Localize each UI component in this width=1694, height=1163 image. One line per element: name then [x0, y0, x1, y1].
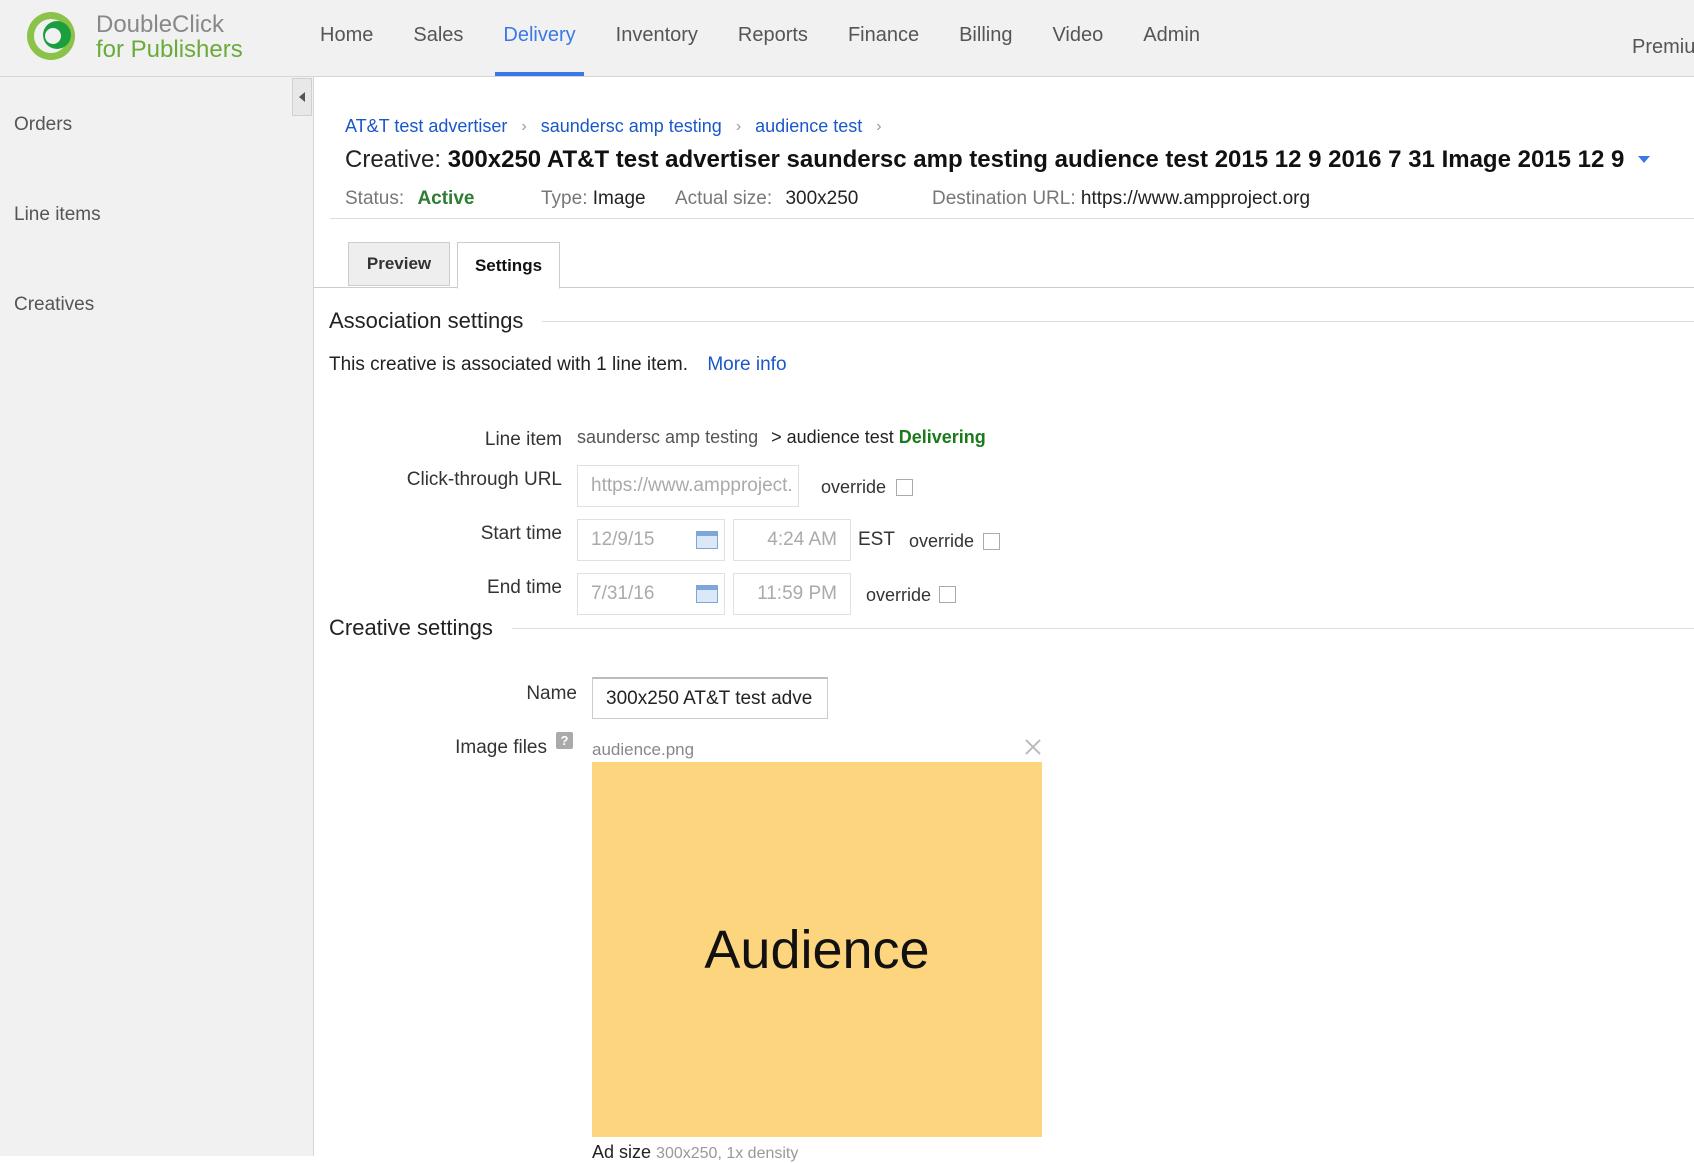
nav-home[interactable]: Home — [300, 0, 393, 76]
nav-billing[interactable]: Billing — [939, 0, 1032, 76]
calendar-icon[interactable] — [696, 585, 718, 603]
calendar-icon[interactable] — [696, 531, 718, 549]
chevron-left-icon — [299, 92, 305, 102]
size-value: 300x250 — [785, 188, 859, 209]
chevron-right-icon: › — [735, 117, 742, 135]
size-field: Actual size: 300x250 — [675, 188, 858, 210]
nav-reports[interactable]: Reports — [718, 0, 828, 76]
dfp-logo[interactable]: DoubleClick for Publishers — [24, 10, 274, 66]
title-label: Creative: — [345, 146, 442, 173]
logo-line1: DoubleClick — [96, 11, 225, 38]
end-time-input[interactable]: 11:59 PM — [733, 573, 851, 615]
name-input[interactable]: 300x250 AT&T test adve — [592, 677, 828, 719]
nav-delivery[interactable]: Delivery — [483, 0, 595, 76]
sidebar-item-orders[interactable]: Orders — [14, 114, 72, 136]
breadcrumb-order[interactable]: saundersc amp testing — [541, 116, 722, 137]
nav-inventory[interactable]: Inventory — [596, 0, 718, 76]
logo-text: DoubleClick for Publishers — [96, 12, 243, 62]
line-item-label: Line item — [484, 429, 562, 450]
status-badge: Active — [417, 188, 475, 209]
chevron-right-icon: › — [521, 117, 527, 135]
click-through-url-input[interactable]: https://www.ampproject. — [577, 465, 799, 507]
page-title: Creative: 300x250 AT&T test advertiser s… — [345, 146, 1624, 174]
creative-image-preview: Audience — [592, 762, 1042, 1137]
breadcrumb: AT&T test advertiser › saundersc amp tes… — [345, 116, 896, 137]
remove-file-icon[interactable] — [1022, 736, 1044, 758]
ad-size-label: Ad size — [592, 1142, 652, 1162]
ad-size-value: 300x250, 1x density — [656, 1145, 799, 1162]
override-label: override — [821, 477, 887, 497]
breadcrumb-advertiser[interactable]: AT&T test advertiser — [345, 116, 507, 137]
section-divider — [512, 628, 1694, 629]
click-through-url-label: Click-through URL — [406, 469, 562, 490]
type-value: Image — [592, 188, 646, 209]
line-item-order[interactable]: saundersc amp testing — [577, 427, 758, 447]
destination-value: https://www.ampproject.org — [1080, 188, 1311, 209]
breadcrumb-line-item[interactable]: audience test — [755, 116, 862, 137]
sidebar-item-creatives[interactable]: Creatives — [14, 294, 94, 316]
association-text: This creative is associated with 1 line … — [329, 354, 787, 376]
nav-sales[interactable]: Sales — [393, 0, 483, 76]
name-label: Name — [526, 683, 577, 704]
chevron-right-icon: › — [876, 117, 882, 135]
top-bar: DoubleClick for Publishers Home Sales De… — [0, 0, 1694, 77]
status-label: Status: — [345, 188, 405, 209]
creative-image-text: Audience — [704, 919, 930, 980]
ad-size-field: Ad size 300x250, 1x density — [592, 1142, 798, 1163]
end-time-label: End time — [487, 577, 562, 598]
tab-preview[interactable]: Preview — [348, 242, 450, 286]
line-item-name[interactable]: > audience test — [771, 427, 894, 447]
association-settings-heading: Association settings — [329, 308, 524, 333]
end-time-override-checkbox[interactable] — [939, 586, 956, 603]
sidebar-item-line-items[interactable]: Line items — [14, 204, 101, 226]
tab-settings[interactable]: Settings — [457, 242, 560, 289]
more-info-link[interactable]: More info — [707, 354, 786, 375]
image-file-name: audience.png — [592, 740, 695, 759]
line-item-status: Delivering — [898, 427, 986, 447]
nav-admin[interactable]: Admin — [1123, 0, 1220, 76]
sidebar-collapse-button[interactable] — [292, 78, 312, 116]
section-divider — [542, 321, 1694, 322]
type-label: Type: — [541, 188, 588, 209]
start-time-override-checkbox[interactable] — [983, 533, 1000, 550]
override-label: override — [909, 531, 975, 551]
nav-video[interactable]: Video — [1032, 0, 1123, 76]
help-icon[interactable]: ? — [556, 732, 573, 749]
main-nav: Home Sales Delivery Inventory Reports Fi… — [300, 0, 1220, 76]
destination-label: Destination URL: — [932, 188, 1076, 209]
timezone-label: EST — [858, 529, 895, 550]
destination-field: Destination URL: https://www.ampproject.… — [932, 188, 1310, 210]
account-label[interactable]: Premiu — [1632, 36, 1694, 59]
start-time-label: Start time — [480, 523, 562, 544]
click-url-override-checkbox[interactable] — [896, 479, 913, 496]
size-label: Actual size: — [675, 188, 773, 209]
dfp-logo-icon — [27, 12, 75, 60]
line-item-path: saundersc amp testing > audience test De… — [577, 427, 986, 448]
status-field: Status: Active — [345, 188, 474, 210]
sidebar: Orders Line items Creatives — [0, 77, 314, 1156]
start-time-input[interactable]: 4:24 AM — [733, 519, 851, 561]
nav-finance[interactable]: Finance — [828, 0, 939, 76]
creative-settings-heading: Creative settings — [329, 615, 493, 640]
title-value: 300x250 AT&T test advertiser saundersc a… — [447, 146, 1625, 173]
override-label: override — [866, 585, 932, 605]
title-dropdown-icon[interactable] — [1638, 156, 1650, 163]
association-description: This creative is associated with 1 line … — [329, 354, 689, 375]
logo-line2: for Publishers — [96, 36, 243, 63]
divider — [330, 218, 1694, 219]
type-field: Type: Image — [541, 188, 646, 210]
image-files-label: Image files — [455, 737, 547, 758]
